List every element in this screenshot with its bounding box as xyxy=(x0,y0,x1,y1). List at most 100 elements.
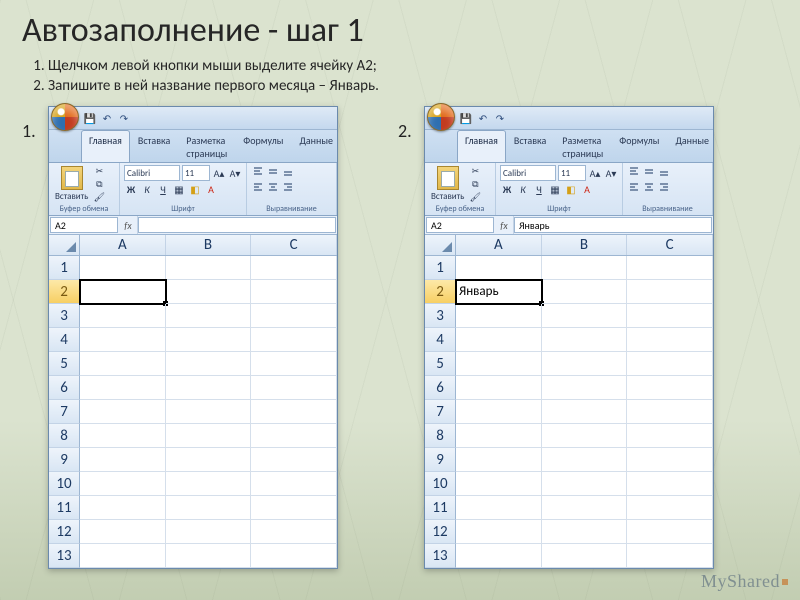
row-header[interactable]: 11 xyxy=(49,496,80,520)
copy-icon[interactable]: ⧉ xyxy=(92,178,106,190)
col-header-C[interactable]: C xyxy=(627,235,713,255)
fill-color-icon[interactable]: ◧ xyxy=(564,182,578,196)
cell[interactable] xyxy=(627,280,713,304)
cell[interactable] xyxy=(80,496,166,520)
cell[interactable]: Январь xyxy=(456,280,542,304)
format-painter-icon[interactable]: 🖌 xyxy=(468,191,482,203)
cell[interactable] xyxy=(627,304,713,328)
cell[interactable] xyxy=(80,376,166,400)
cell[interactable] xyxy=(627,400,713,424)
cell[interactable] xyxy=(456,448,542,472)
cell[interactable] xyxy=(166,544,252,568)
cell[interactable] xyxy=(456,328,542,352)
worksheet-grid[interactable]: A B C 12Январь345678910111213 xyxy=(425,235,713,568)
paste-button[interactable]: Вставить xyxy=(53,165,90,203)
cell[interactable] xyxy=(542,304,628,328)
italic-button[interactable]: К xyxy=(516,182,530,196)
paste-button[interactable]: Вставить xyxy=(429,165,466,203)
cell[interactable] xyxy=(166,352,252,376)
cell[interactable] xyxy=(627,544,713,568)
format-painter-icon[interactable]: 🖌 xyxy=(92,191,106,203)
tab-data[interactable]: Данные xyxy=(291,130,341,162)
cell[interactable] xyxy=(166,400,252,424)
align-top-icon[interactable] xyxy=(627,165,641,179)
col-header-B[interactable]: B xyxy=(166,235,252,255)
undo-icon[interactable]: ↶ xyxy=(476,111,490,125)
cell[interactable] xyxy=(166,304,252,328)
cell[interactable] xyxy=(166,448,252,472)
underline-button[interactable]: Ч xyxy=(532,182,546,196)
align-right-icon[interactable] xyxy=(657,180,671,194)
cell[interactable] xyxy=(456,376,542,400)
row-header[interactable]: 8 xyxy=(425,424,456,448)
row-header[interactable]: 10 xyxy=(49,472,80,496)
cell[interactable] xyxy=(456,304,542,328)
align-left-icon[interactable] xyxy=(627,180,641,194)
cell[interactable] xyxy=(166,520,252,544)
cell[interactable] xyxy=(627,472,713,496)
cell[interactable] xyxy=(166,328,252,352)
fx-icon[interactable]: fx xyxy=(495,216,514,234)
cell[interactable] xyxy=(542,424,628,448)
font-size-combo[interactable]: 11 xyxy=(182,165,210,181)
cell[interactable] xyxy=(542,256,628,280)
name-box[interactable]: A2 xyxy=(50,217,118,233)
name-box[interactable]: A2 xyxy=(426,217,494,233)
row-header[interactable]: 13 xyxy=(425,544,456,568)
row-header[interactable]: 4 xyxy=(49,328,80,352)
office-button-icon[interactable] xyxy=(427,103,455,131)
cell[interactable] xyxy=(251,376,337,400)
grow-font-icon[interactable]: A▴ xyxy=(588,166,602,180)
font-name-combo[interactable]: Calibri xyxy=(500,165,556,181)
cell[interactable] xyxy=(542,496,628,520)
row-header[interactable]: 1 xyxy=(49,256,80,280)
row-header[interactable]: 6 xyxy=(425,376,456,400)
cell[interactable] xyxy=(627,424,713,448)
shrink-font-icon[interactable]: A▾ xyxy=(228,166,242,180)
cell[interactable] xyxy=(166,472,252,496)
cell[interactable] xyxy=(627,496,713,520)
cell[interactable] xyxy=(166,256,252,280)
cell[interactable] xyxy=(542,328,628,352)
font-color-icon[interactable]: A xyxy=(580,182,594,196)
tab-home[interactable]: Главная xyxy=(81,130,130,162)
cell[interactable] xyxy=(627,328,713,352)
cut-icon[interactable]: ✂ xyxy=(92,165,106,177)
cell[interactable] xyxy=(251,328,337,352)
align-middle-icon[interactable] xyxy=(642,165,656,179)
row-header[interactable]: 8 xyxy=(49,424,80,448)
undo-icon[interactable]: ↶ xyxy=(100,111,114,125)
cell[interactable] xyxy=(251,520,337,544)
underline-button[interactable]: Ч xyxy=(156,182,170,196)
row-header[interactable]: 12 xyxy=(425,520,456,544)
cell[interactable] xyxy=(80,448,166,472)
cell[interactable] xyxy=(456,496,542,520)
row-header[interactable]: 9 xyxy=(425,448,456,472)
row-header[interactable]: 2 xyxy=(425,280,456,304)
cell[interactable] xyxy=(251,544,337,568)
cell[interactable] xyxy=(456,424,542,448)
cell[interactable] xyxy=(456,520,542,544)
cell[interactable] xyxy=(166,496,252,520)
office-button-icon[interactable] xyxy=(51,103,79,131)
row-header[interactable]: 10 xyxy=(425,472,456,496)
font-color-icon[interactable]: A xyxy=(204,182,218,196)
cell[interactable] xyxy=(456,256,542,280)
align-center-icon[interactable] xyxy=(266,180,280,194)
align-bottom-icon[interactable] xyxy=(281,165,295,179)
cell[interactable] xyxy=(251,400,337,424)
align-left-icon[interactable] xyxy=(251,180,265,194)
row-header[interactable]: 3 xyxy=(49,304,80,328)
cell[interactable] xyxy=(542,280,628,304)
formula-input[interactable]: Январь xyxy=(514,217,712,233)
row-header[interactable]: 2 xyxy=(49,280,80,304)
col-header-A[interactable]: A xyxy=(80,235,166,255)
cell[interactable] xyxy=(456,400,542,424)
row-header[interactable]: 13 xyxy=(49,544,80,568)
cell[interactable] xyxy=(80,328,166,352)
row-header[interactable]: 7 xyxy=(425,400,456,424)
cell[interactable] xyxy=(627,520,713,544)
cell[interactable] xyxy=(166,376,252,400)
shrink-font-icon[interactable]: A▾ xyxy=(604,166,618,180)
cell[interactable] xyxy=(627,256,713,280)
